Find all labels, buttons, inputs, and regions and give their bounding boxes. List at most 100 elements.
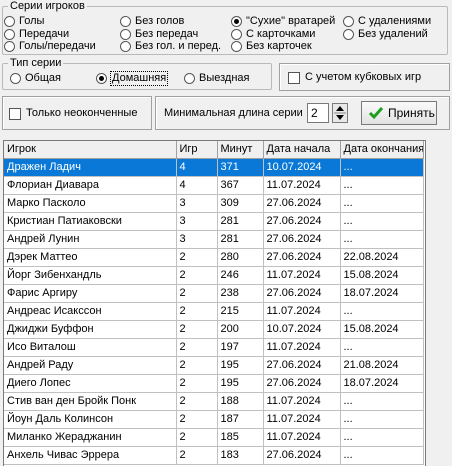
cup-games-checkbox[interactable]: С учетом кубковых игр [288,71,421,84]
table-row[interactable]: Миланко Жераджанин 2 185 11.07.2024... [4,428,424,447]
cell-minutes: 195 [217,356,264,375]
cell-player: Кристиан Патиаковски [4,212,177,231]
table-header-row: Игрок Игр Минут Дата начала Дата окончан… [4,141,424,159]
series-group: Серии игроков Голы Без голов "Сухие" вра… [2,0,448,55]
radio-no-goals-label: Без голов [135,15,185,27]
unfinished-panel: Только неоконченные [2,96,152,130]
radio-type-home-circle[interactable] [96,73,107,84]
table-row[interactable]: Андрей Раду 2 195 27.06.2024 21.08.2024 [4,356,424,375]
radio-no-goals-assists[interactable]: Без гол. и перед. [120,40,221,53]
radio-type-away[interactable]: Выездная [184,72,250,85]
table-row[interactable]: Марко Пасколо 3 309 27.06.2024... [4,194,424,213]
cell-player: Стив ван ден Бройк Понк [4,392,177,411]
table-row[interactable]: Андрей Лунин 3 281 27.06.2024... [4,230,424,249]
radio-type-away-label: Выездная [199,72,250,84]
col-header-minutes[interactable]: Минут [217,141,264,159]
radio-goals-assists[interactable]: Голы/передачи [4,40,96,53]
cell-games: 2 [176,392,218,411]
col-header-player[interactable]: Игрок [4,141,177,159]
table-row[interactable]: Флориан Диавара 4 367 11.07.2024... [4,176,424,195]
table-row[interactable]: Стив ван ден Бройк Понк 2 188 11.07.2024... [4,392,424,411]
table-row[interactable]: Дэрек Маттео 2 280 27.06.2024 22.08.2024 [4,248,424,267]
cell-games: 2 [176,284,218,303]
radio-goals-assists-circle[interactable] [4,41,15,52]
table-row[interactable]: Исо Виталош 2 197 11.07.2024... [4,338,424,357]
radio-no-dismissals-circle[interactable] [343,29,354,40]
radio-clean-sheets[interactable]: "Сухие" вратарей [231,15,335,28]
cell-player: Андрей Раду [4,356,177,375]
radio-no-goals[interactable]: Без голов [120,15,184,28]
radio-no-goals-assists-circle[interactable] [120,41,131,52]
cell-minutes: 200 [217,320,264,339]
radio-type-overall-circle[interactable] [10,73,21,84]
accept-button[interactable]: Принять [361,101,437,125]
cell-start-date: 27.06.2024 [263,356,341,375]
cell-games: 4 [176,158,218,177]
radio-no-dismissals[interactable]: Без удалений [343,28,428,41]
table-row[interactable]: Фарис Аргиру 2 238 27.06.2024 18.07.2024 [4,284,424,303]
cell-minutes: 185 [217,428,264,447]
table-row[interactable]: Йоун Даль Колинсон 2 187 11.07.2024... [4,410,424,429]
cell-player: Флориан Диавара [4,176,177,195]
radio-with-dismissals[interactable]: С удалениями [343,15,431,28]
cell-player: Диего Лопес [4,374,177,393]
radio-clean-sheets-label: "Сухие" вратарей [246,15,336,27]
cell-minutes: 367 [217,176,264,195]
min-length-spinner[interactable] [332,103,348,123]
cell-start-date: 27.06.2024 [263,284,341,303]
cell-player: Миланко Жераджанин [4,428,177,447]
cell-start-date: 11.07.2024 [263,338,341,357]
cell-start-date: 27.06.2024 [263,230,341,249]
radio-no-dismissals-label: Без удалений [358,28,428,40]
cell-start-date: 27.06.2024 [263,194,341,213]
cell-end-date: ... [340,392,424,411]
cell-player: Андрей Лунин [4,230,177,249]
radio-no-assists-circle[interactable] [120,29,131,40]
radio-with-dismissals-label: С удалениями [358,15,432,27]
cell-end-date: ... [340,446,424,465]
cell-games: 2 [176,356,218,375]
radio-type-overall[interactable]: Общая [10,72,61,85]
table-row[interactable]: Анхель Чивас Эррера 2 183 27.06.2024... [4,446,424,465]
unfinished-label: Только неоконченные [26,107,138,119]
table-row[interactable]: Андреас Исакссон 2 215 11.07.2024... [4,302,424,321]
cell-start-date: 27.06.2024 [263,212,341,231]
min-length-label: Минимальная длина серии [164,107,303,119]
check-icon [368,107,384,120]
radio-type-home[interactable]: Домашняя [96,71,169,86]
radio-no-cards-circle[interactable] [231,41,242,52]
cup-games-box[interactable] [288,71,300,84]
radio-with-cards-circle[interactable] [231,29,242,40]
table-row[interactable]: Диего Лопес 2 195 27.06.2024 18.07.2024 [4,374,424,393]
cell-end-date: ... [340,410,424,429]
table-row[interactable]: Кристиан Патиаковски 3 281 27.06.2024... [4,212,424,231]
table-row[interactable]: Йорг Зибенхандль 2 246 11.07.2024 15.08.2024 [4,266,424,285]
radio-with-dismissals-circle[interactable] [343,16,354,27]
radio-goals-circle[interactable] [4,16,15,27]
table-row[interactable]: Джиджи Буффон 2 200 10.07.2024 15.08.2024 [4,320,424,339]
cell-end-date: ... [340,212,424,231]
radio-no-cards[interactable]: Без карточек [231,40,312,53]
radio-no-goals-circle[interactable] [120,16,131,27]
cell-end-date: ... [340,302,424,321]
radio-goals[interactable]: Голы [4,15,44,28]
min-length-input[interactable]: 2 [307,103,329,123]
col-header-end-date[interactable]: Дата окончания [340,141,424,159]
unfinished-box[interactable] [9,107,21,120]
cell-minutes: 188 [217,392,264,411]
cell-minutes: 246 [217,266,264,285]
col-header-games[interactable]: Игр [176,141,218,159]
cell-games: 2 [176,266,218,285]
cup-games-panel: С учетом кубковых игр [279,63,450,91]
cell-end-date: ... [340,338,424,357]
cell-minutes: 183 [217,446,264,465]
table-body: Дражен Ладич 4 371 10.07.2024... Флориан Диа… [4,158,424,465]
unfinished-checkbox[interactable]: Только неоконченные [9,107,137,120]
radio-clean-sheets-circle[interactable] [231,16,242,27]
cell-start-date: 11.07.2024 [263,302,341,321]
cell-games: 2 [176,302,218,321]
table-row[interactable]: Дражен Ладич 4 371 10.07.2024... [4,158,424,177]
radio-assists-circle[interactable] [4,29,15,40]
col-header-start-date[interactable]: Дата начала [263,141,341,159]
radio-type-away-circle[interactable] [184,73,195,84]
